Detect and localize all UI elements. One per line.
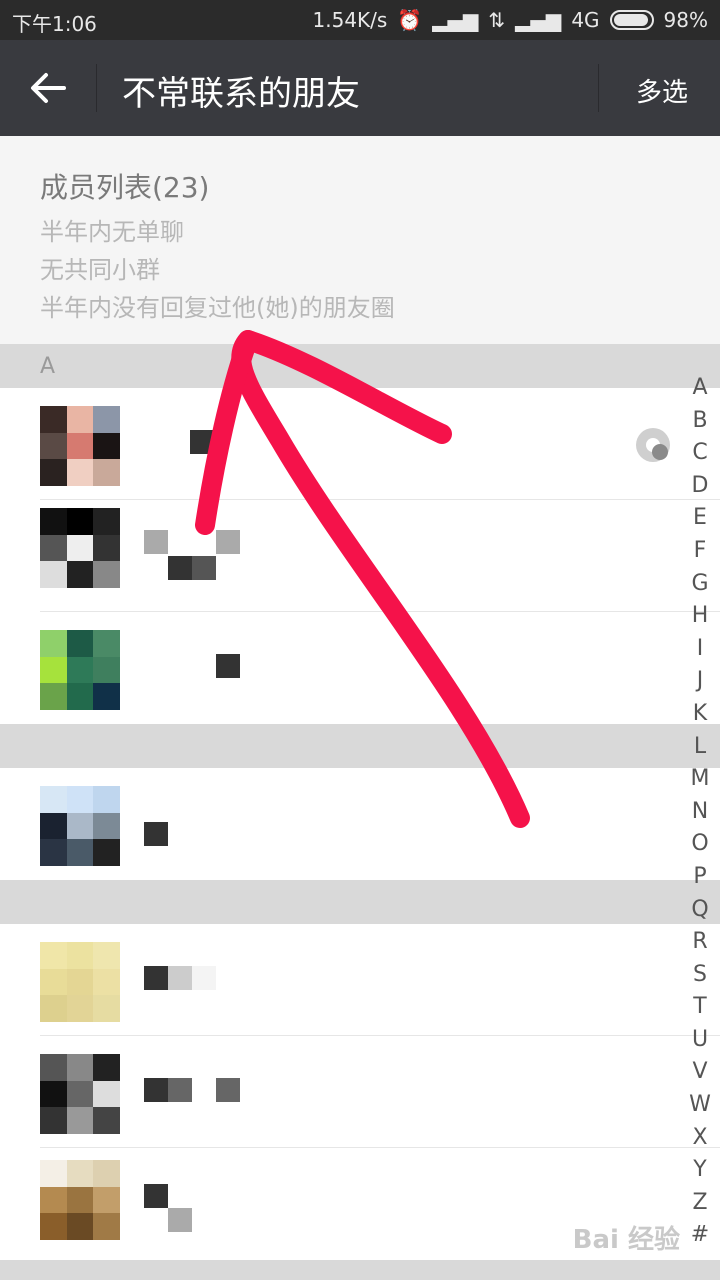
avatar [40,1160,120,1256]
index-letter[interactable]: T [686,991,714,1024]
alphabet-index-bar[interactable]: A B C D E F G H I J K L M N O P Q R S T U V W X Y Z # [686,372,714,1252]
index-letter[interactable]: K [686,698,714,731]
signal-icon-2: ▂▄▆ [515,8,562,32]
index-letter[interactable]: N [686,796,714,829]
index-letter[interactable]: C [686,437,714,470]
section-header [0,880,720,924]
index-letter[interactable]: D [686,470,714,503]
contact-row[interactable] [0,924,720,1036]
criteria-item: 半年内无单聊 [40,218,184,246]
status-right: 1.54K/s ⏰ ▂▄▆ ⇅ ▂▄▆ 4G 98% [313,8,708,32]
status-time: 下午1:06 [12,12,97,36]
contact-name-mosaic [144,822,168,848]
contact-name-mosaic [168,1208,192,1234]
alarm-icon: ⏰ [397,8,423,32]
contact-name-mosaic [144,1078,240,1104]
title-divider [96,64,97,112]
criteria-item: 无共同小群 [40,256,160,284]
member-count: 成员列表(23) [40,171,210,204]
avatar [40,1054,120,1134]
avatar [40,508,120,604]
index-letter[interactable]: W [686,1089,714,1122]
contact-name-mosaic [144,530,240,556]
index-letter[interactable]: G [686,568,714,601]
index-letter[interactable]: X [686,1122,714,1155]
index-letter[interactable]: R [686,926,714,959]
moments-icon [636,428,670,462]
index-letter[interactable]: M [686,763,714,796]
battery-icon [609,10,654,30]
index-letter[interactable]: U [686,1024,714,1057]
index-letter[interactable]: B [686,405,714,438]
contact-name-mosaic [144,1184,168,1210]
avatar [40,786,120,866]
index-letter[interactable]: Z [686,1187,714,1220]
section-header [0,724,720,768]
watermark: Bai 经验 [572,1225,680,1255]
index-letter[interactable]: P [686,861,714,894]
contact-row[interactable] [0,388,720,500]
index-letter[interactable]: H [686,600,714,633]
avatar [40,630,120,710]
index-letter[interactable]: A [686,372,714,405]
contact-row[interactable] [0,612,720,724]
index-letter[interactable]: Y [686,1154,714,1187]
section-header: A [0,344,720,388]
title-bar: 不常联系的朋友 多选 [0,40,720,136]
contact-name-mosaic [216,654,240,680]
index-letter[interactable]: J [686,665,714,698]
index-letter[interactable]: L [686,731,714,764]
criteria-item: 半年内没有回复过他(她)的朋友圈 [40,294,395,322]
avatar [40,942,120,1022]
status-bar: 下午1:06 1.54K/s ⏰ ▂▄▆ ⇅ ▂▄▆ 4G 98% [0,0,720,40]
index-letter[interactable]: # [686,1219,714,1252]
index-letter[interactable]: F [686,535,714,568]
contact-row[interactable] [0,500,720,612]
back-button[interactable] [20,64,76,112]
index-letter[interactable]: V [686,1056,714,1089]
index-letter[interactable]: S [686,959,714,992]
index-letter[interactable]: I [686,633,714,666]
section-letter: A [40,354,56,379]
section-header [0,1260,720,1280]
title-divider-right [598,64,599,112]
net-speed: 1.54K/s [312,8,388,32]
contact-row[interactable] [0,768,720,880]
contact-row[interactable] [0,1036,720,1148]
signal-icon: ▂▄▆ [432,8,479,32]
index-letter[interactable]: E [686,502,714,535]
avatar [40,406,120,486]
page-title: 不常联系的朋友 [122,74,360,114]
index-letter[interactable]: O [686,828,714,861]
multi-select-button[interactable]: 多选 [636,72,688,109]
contact-name-mosaic [190,430,214,456]
contact-name-mosaic [144,966,216,992]
data-transfer-icon: ⇅ [488,8,506,32]
member-info: 成员列表(23) 半年内无单聊 无共同小群 半年内没有回复过他(她)的朋友圈 [0,136,720,344]
battery-level: 98% [663,8,708,32]
contact-name-mosaic [168,556,216,582]
index-letter[interactable]: Q [686,894,714,927]
network-type: 4G [571,8,600,32]
arrow-left-icon [31,73,66,103]
